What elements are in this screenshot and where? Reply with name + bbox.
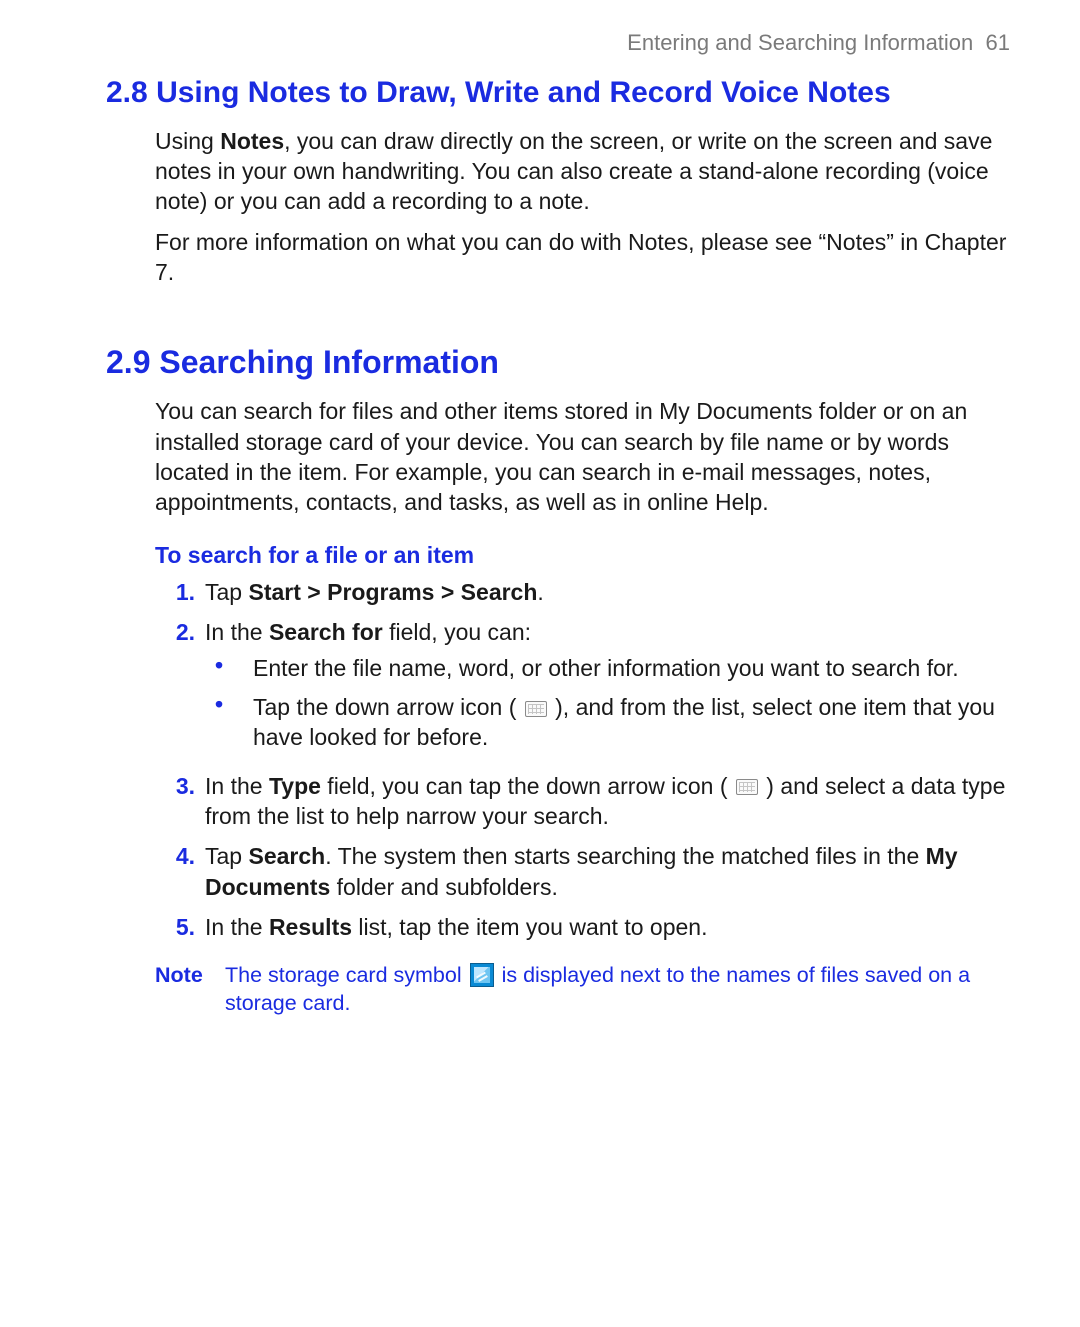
step-5-number: 5.	[155, 912, 205, 942]
document-page: Entering and Searching Information 61 2.…	[0, 0, 1080, 1327]
storage-card-icon	[470, 963, 494, 987]
step-4: 4. Tap Search. The system then starts se…	[155, 841, 1010, 902]
bullet-dot-icon: •	[205, 653, 253, 678]
keyboard-dropdown-icon	[525, 701, 547, 717]
running-header-title: Entering and Searching Information	[627, 30, 973, 55]
section-2-9-heading: 2.9 Searching Information	[106, 342, 1010, 382]
step-2-bullets: • Enter the file name, word, or other in…	[205, 653, 1010, 752]
section-2-8-number: 2.8	[106, 76, 148, 109]
section-2-9-para-1: You can search for files and other items…	[155, 396, 1010, 517]
step-4-number: 4.	[155, 841, 205, 871]
section-2-9-subhead: To search for a file or an item	[155, 542, 1010, 569]
note-text: The storage card symbol is displayed nex…	[225, 962, 1010, 1018]
bullet-dot-icon: •	[205, 692, 253, 717]
step-1: 1. Tap Start > Programs > Search.	[155, 577, 1010, 607]
section-2-8-heading: 2.8 Using Notes to Draw, Write and Recor…	[106, 74, 1010, 112]
section-2-9-number: 2.9	[106, 344, 150, 380]
note-label: Note	[155, 962, 225, 990]
note-block: Note The storage card symbol is displaye…	[155, 962, 1010, 1018]
section-2-8-para-1: Using Notes, you can draw directly on th…	[155, 126, 1010, 217]
step-2-number: 2.	[155, 617, 205, 647]
step-1-number: 1.	[155, 577, 205, 607]
steps-list: 1. Tap Start > Programs > Search. 2. In …	[155, 577, 1010, 943]
running-header: Entering and Searching Information 61	[110, 30, 1010, 56]
step-3-text: In the Type field, you can tap the down …	[205, 771, 1010, 832]
section-2-9-title: Searching Information	[159, 344, 499, 380]
step-3-number: 3.	[155, 771, 205, 801]
keyboard-dropdown-icon	[736, 779, 758, 795]
step-2-text: In the Search for field, you can: • Ente…	[205, 617, 1010, 760]
step-2: 2. In the Search for field, you can: • E…	[155, 617, 1010, 760]
step-5: 5. In the Results list, tap the item you…	[155, 912, 1010, 942]
step-4-text: Tap Search. The system then starts searc…	[205, 841, 1010, 902]
page-number: 61	[986, 30, 1010, 55]
step-5-text: In the Results list, tap the item you wa…	[205, 912, 1010, 942]
section-2-8-title: Using Notes to Draw, Write and Record Vo…	[156, 76, 891, 109]
step-3: 3. In the Type field, you can tap the do…	[155, 771, 1010, 832]
step-2-bullet-1: • Enter the file name, word, or other in…	[205, 653, 1010, 683]
step-2-bullet-2: • Tap the down arrow icon ( ), and from …	[205, 692, 1010, 753]
section-2-8-para-2: For more information on what you can do …	[155, 227, 1010, 288]
step-1-text: Tap Start > Programs > Search.	[205, 577, 1010, 607]
